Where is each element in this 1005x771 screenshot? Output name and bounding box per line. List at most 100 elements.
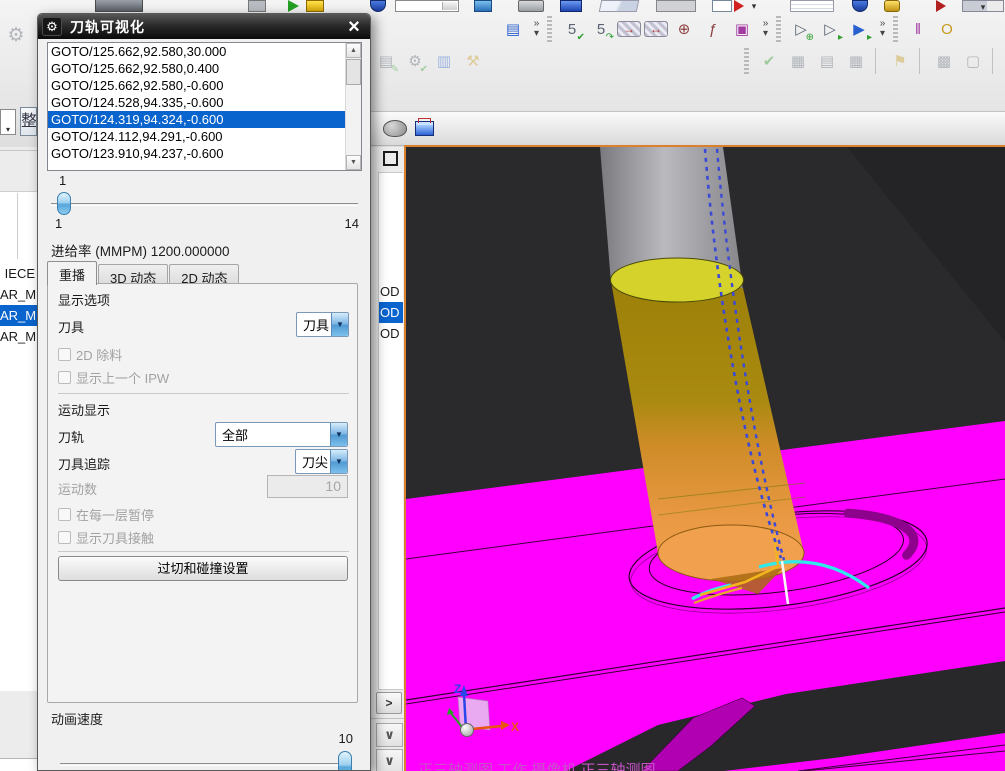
shield-icon-fragment[interactable]: [852, 0, 868, 12]
scroll-down-button[interactable]: ∨: [376, 723, 403, 747]
filter-open-icon[interactable]: ▷ ▸: [817, 16, 843, 43]
tab-3d-dynamic[interactable]: 3D 动态: [98, 264, 169, 286]
step-slider-track[interactable]: [51, 203, 358, 206]
machine-bars-icon[interactable]: ‖: [905, 16, 931, 42]
checkbox-icon[interactable]: [58, 531, 71, 544]
tool-box-icon[interactable]: ▦: [785, 48, 811, 74]
part-icon-fragment[interactable]: [518, 0, 544, 12]
animation-slider-thumb[interactable]: [338, 751, 352, 770]
play-icon-fragment[interactable]: [288, 0, 299, 12]
animation-slider-track[interactable]: [60, 763, 352, 766]
graphics-viewport[interactable]: Z X 正三轴测图 工作 摄像机 正三轴测图: [404, 145, 1005, 771]
goto-row[interactable]: GOTO/125.662,92.580,-0.600: [48, 77, 361, 94]
toolbar-sep[interactable]: [875, 48, 881, 74]
machine-table-icon[interactable]: ▦: [843, 48, 869, 74]
datum-doc-icon[interactable]: ▤: [500, 16, 526, 42]
verify-toolpath-icon[interactable]: ✔: [756, 48, 782, 74]
filter-filled-icon[interactable]: ▶ ▸: [846, 16, 872, 43]
bounding-box-icon[interactable]: [415, 118, 434, 136]
chevron-down-icon[interactable]: ▼: [331, 313, 348, 336]
blue-box-icon-fragment[interactable]: [560, 0, 582, 12]
scroll-down-button[interactable]: ∨: [376, 749, 403, 771]
selection-filter-combo[interactable]: ▾: [0, 109, 16, 135]
monitors-icon-fragment[interactable]: [95, 0, 143, 12]
toolbar-handle[interactable]: [547, 16, 552, 42]
scroll-up-icon[interactable]: ▲: [346, 43, 361, 58]
expand-pane-button[interactable]: >: [376, 692, 402, 714]
toolbar-overflow[interactable]: » ▾: [758, 15, 773, 43]
key-icon[interactable]: O: [934, 16, 960, 42]
combo-box-fragment[interactable]: [395, 0, 459, 12]
navigator-row[interactable]: OD: [379, 302, 403, 323]
tool-trace-dropdown[interactable]: 刀尖 ▼: [295, 449, 348, 474]
machine-tool-icon[interactable]: ⚙: [1, 19, 31, 51]
step-slider-thumb[interactable]: [57, 192, 71, 215]
key-icon-fragment[interactable]: [884, 0, 900, 12]
profile-check-icon[interactable]: 5 ✔: [559, 16, 585, 44]
profile-curve-icon[interactable]: 5 ↷: [588, 16, 614, 44]
mouse-mode-icon[interactable]: [383, 120, 407, 137]
gouge-collision-settings-button[interactable]: 过切和碰撞设置: [58, 556, 348, 581]
form-icon-fragment[interactable]: [790, 0, 834, 12]
tab-2d-dynamic[interactable]: 2D 动态: [169, 264, 240, 286]
shield-icon-fragment[interactable]: [370, 0, 386, 12]
chevron-down-icon[interactable]: ▼: [330, 450, 347, 473]
toolbar-sep[interactable]: [919, 48, 925, 74]
navigator-row[interactable]: IECE: [0, 263, 37, 284]
toolbar-handle[interactable]: [776, 16, 781, 42]
clipboard-icon-fragment[interactable]: [474, 0, 492, 12]
tab-replay[interactable]: 重播: [47, 261, 98, 285]
checkbox-show-tool-contact[interactable]: 显示刀具接触: [58, 528, 154, 547]
dialog-titlebar[interactable]: ⚙ 刀轨可视化 ×: [38, 14, 370, 39]
toolbar-overflow[interactable]: » ▾: [875, 15, 890, 43]
toolpath-dropdown[interactable]: 全部 ▼: [215, 422, 348, 447]
circle-center-icon[interactable]: ⊕: [671, 16, 697, 42]
navigator-row[interactable]: AR_MI: [0, 326, 37, 347]
dropdown-arrow-fragment[interactable]: ▾: [748, 0, 760, 12]
scrollbar[interactable]: ▲ ▼: [345, 43, 361, 170]
checkbox-pause-each-level[interactable]: 在每一层暂停: [58, 505, 154, 524]
scrollbar-thumb[interactable]: [346, 59, 361, 85]
checkbox-show-ipw[interactable]: 显示上一个 IPW: [58, 368, 169, 387]
navigator-row[interactable]: OD: [379, 323, 403, 344]
filter-point-icon[interactable]: ▷ ⊕: [788, 16, 814, 43]
checkbox-2d-removal[interactable]: 2D 除料: [58, 345, 122, 364]
checkbox-icon[interactable]: [58, 371, 71, 384]
checkbox-icon[interactable]: [58, 508, 71, 521]
goto-row[interactable]: GOTO/125.662,92.580,0.400: [48, 60, 361, 77]
tool-dropdown[interactable]: 刀具 ▼: [296, 312, 349, 337]
gray-icon-fragment[interactable]: [248, 0, 266, 12]
wrench-icon[interactable]: ⚒: [460, 48, 486, 74]
flag-icon[interactable]: ⚑: [887, 48, 913, 74]
goto-row[interactable]: GOTO/124.528,94.335,-0.600: [48, 94, 361, 111]
images-wand-icon[interactable]: ▩: [931, 48, 957, 74]
spline-icon[interactable]: ƒ: [700, 16, 726, 42]
nested-squares-icon[interactable]: ▣: [729, 16, 755, 42]
close-icon[interactable]: ×: [342, 16, 366, 38]
toolbar-sep[interactable]: [992, 48, 998, 74]
navigator-scroll-track[interactable]: [0, 758, 37, 771]
navigator-row[interactable]: OD: [379, 281, 403, 302]
tool-check-icon[interactable]: ⚙ ✔: [402, 48, 428, 75]
gear-icon[interactable]: ⚙: [42, 17, 62, 36]
panes-icon-fragment[interactable]: [598, 0, 640, 12]
goto-row[interactable]: GOTO/124.319,94.324,-0.600: [48, 111, 361, 128]
page-icon-fragment[interactable]: [712, 0, 732, 12]
scroll-down-icon[interactable]: ▼: [346, 155, 361, 170]
toolbar-handle[interactable]: [893, 16, 898, 42]
hatch-forward-icon[interactable]: →: [617, 21, 641, 37]
goto-row[interactable]: GOTO/123.910,94.237,-0.600: [48, 145, 361, 162]
navigator-row[interactable]: AR_MI: [0, 305, 37, 326]
doc-copy-icon[interactable]: ▢: [960, 48, 986, 74]
navigator-row[interactable]: AR_MI: [0, 284, 37, 305]
goto-row[interactable]: GOTO/124.112,94.291,-0.600: [48, 128, 361, 145]
toolbar-handle[interactable]: [744, 48, 749, 74]
goto-row[interactable]: GOTO/125.662,92.580,30.000: [48, 43, 361, 60]
class-selection-button[interactable]: 整: [20, 107, 37, 136]
checkbox-icon[interactable]: [58, 348, 71, 361]
books-icon[interactable]: ▥: [431, 48, 457, 74]
edit-doc-icon[interactable]: ▤ ✎: [373, 48, 399, 75]
red-arrow-icon-fragment[interactable]: [734, 0, 744, 12]
chevron-down-icon[interactable]: ▼: [330, 423, 347, 446]
yellow-box-icon-fragment[interactable]: [306, 0, 324, 12]
